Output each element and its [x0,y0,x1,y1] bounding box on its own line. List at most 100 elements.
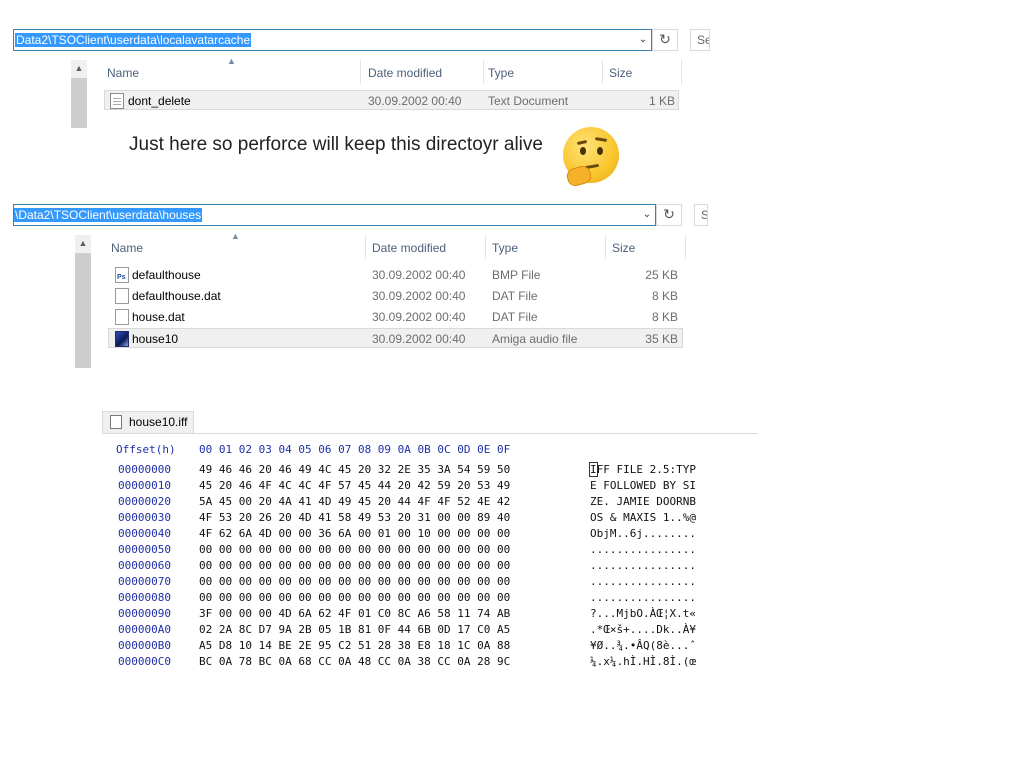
file-row[interactable]: house.dat 30.09.2002 00:40 DAT File 8 KB [108,307,683,327]
address-path: Data2\TSOClient\userdata\localavatarcach… [15,33,252,47]
file-row[interactable]: dont_delete 30.09.2002 00:40 Text Docume… [104,90,679,110]
scroll-thumb[interactable] [71,78,87,128]
row-bytes[interactable]: 00 00 00 00 00 00 00 00 00 00 00 00 00 0… [199,590,510,606]
row-offset: 00000010 [118,479,171,492]
file-size: 35 KB [645,332,678,346]
sort-ascending-icon: ▲ [227,56,236,66]
row-bytes[interactable]: 49 46 46 20 46 49 4C 45 20 32 2E 35 3A 5… [199,462,510,478]
row-ascii[interactable]: ................ [590,574,696,590]
blank-file-icon [115,309,129,325]
row-ascii[interactable]: ................ [590,542,696,558]
row-bytes[interactable]: 00 00 00 00 00 00 00 00 00 00 00 00 00 0… [199,574,510,590]
file-row[interactable]: Ps defaulthouse 30.09.2002 00:40 BMP Fil… [108,265,683,285]
scroll-up-icon[interactable]: ▲ [71,60,87,76]
row-bytes[interactable]: 00 00 00 00 00 00 00 00 00 00 00 00 00 0… [199,542,510,558]
tab-bar [102,411,758,434]
column-offsets-header: 00 01 02 03 04 05 06 07 08 09 0A 0B 0C 0… [199,443,511,456]
row-offset: 00000020 [118,495,171,508]
file-date: 30.09.2002 00:40 [372,310,466,324]
comment-text: Just here so perforce will keep this dir… [129,134,543,155]
row-ascii[interactable]: ................ [590,590,696,606]
row-ascii[interactable]: IFF FILE 2.5:TYP [589,462,696,478]
row-offset: 00000000 [118,463,171,476]
row-offset: 000000A0 [118,623,171,636]
amiga-audio-icon [115,331,129,347]
chevron-down-icon[interactable]: ⌄ [639,205,655,225]
file-type: Text Document [488,94,569,108]
file-row[interactable]: house10 30.09.2002 00:40 Amiga audio fil… [108,328,683,348]
vertical-scrollbar[interactable]: ▲ [71,60,87,128]
row-ascii[interactable]: ObjM..6j........ [590,526,696,542]
ascii-text: ................ [590,591,696,604]
row-ascii[interactable]: ¼.x¼.hÌ.HÌ.8Ì.(œ [590,654,696,670]
ascii-text: ................ [590,575,696,588]
scroll-up-icon[interactable]: ▲ [75,235,91,251]
address-bar[interactable]: Data2\TSOClient\userdata\localavatarcach… [13,29,652,51]
column-type[interactable]: Type [488,66,514,80]
column-name[interactable]: Name [107,66,139,80]
row-bytes[interactable]: A5 D8 10 14 BE 2E 95 C2 51 28 38 E8 18 1… [199,638,510,654]
file-type: Amiga audio file [492,332,578,346]
row-offset: 000000C0 [118,655,171,668]
column-header: ▲ Name Date modified Type Size [104,56,682,84]
file-type: BMP File [492,268,541,282]
refresh-icon[interactable]: ↻ [652,29,678,51]
photoshop-file-icon: Ps [115,267,129,283]
tab-house10-iff[interactable]: house10.iff [102,411,194,433]
file-row[interactable]: defaulthouse.dat 30.09.2002 00:40 DAT Fi… [108,286,683,306]
search-input[interactable]: Se [690,29,710,51]
ascii-text: ................ [590,543,696,556]
column-size[interactable]: Size [612,241,635,255]
search-input[interactable]: S [694,204,708,226]
column-type[interactable]: Type [492,241,518,255]
file-date: 30.09.2002 00:40 [372,332,466,346]
refresh-icon[interactable]: ↻ [656,204,682,226]
column-size[interactable]: Size [609,66,632,80]
file-date: 30.09.2002 00:40 [372,289,466,303]
file-date: 30.09.2002 00:40 [372,268,466,282]
row-ascii[interactable]: ZE. JAMIE DOORNB [590,494,696,510]
sort-ascending-icon: ▲ [231,231,240,241]
row-ascii[interactable]: ¥Ø..¾.•ÂQ(8è...ˆ [590,638,696,654]
ascii-text: OS & MAXIS 1..%@ [590,511,696,524]
row-ascii[interactable]: E FOLLOWED BY SI [590,478,696,494]
scroll-thumb[interactable] [75,253,91,368]
address-bar[interactable]: \Data2\TSOClient\userdata\houses ⌄ [13,204,656,226]
row-offset: 00000080 [118,591,171,604]
column-date-modified[interactable]: Date modified [368,66,442,80]
vertical-scrollbar[interactable]: ▲ [75,235,91,368]
ascii-text: ?...MjbO.ÀŒ¦X.t« [590,607,696,620]
row-bytes[interactable]: 5A 45 00 20 4A 41 4D 49 45 20 44 4F 4F 5… [199,494,510,510]
row-ascii[interactable]: .*Œ×š+....Dk..À¥ [590,622,696,638]
column-date-modified[interactable]: Date modified [372,241,446,255]
ascii-text: ObjM..6j........ [590,527,696,540]
row-bytes[interactable]: 4F 62 6A 4D 00 00 36 6A 00 01 00 10 00 0… [199,526,510,542]
file-type: DAT File [492,310,538,324]
file-size: 1 KB [648,94,675,108]
iff-file-icon [110,415,122,429]
caret-cell: I [589,462,598,477]
row-bytes[interactable]: 3F 00 00 00 4D 6A 62 4F 01 C0 8C A6 58 1… [199,606,510,622]
row-ascii[interactable]: ?...MjbO.ÀŒ¦X.t« [590,606,696,622]
chevron-down-icon[interactable]: ⌄ [635,30,651,50]
text-document-icon [110,93,124,109]
row-bytes[interactable]: 45 20 46 4F 4C 4C 4F 57 45 44 20 42 59 2… [199,478,510,494]
address-path: \Data2\TSOClient\userdata\houses [14,208,203,222]
column-name[interactable]: Name [111,241,143,255]
file-name: defaulthouse.dat [132,289,221,303]
row-ascii[interactable]: OS & MAXIS 1..%@ [590,510,696,526]
row-bytes[interactable]: 4F 53 20 26 20 4D 41 58 49 53 20 31 00 0… [199,510,510,526]
column-header: ▲ Name Date modified Type Size [108,231,686,259]
ascii-text: FF FILE 2.5:TYP [596,463,696,476]
row-bytes[interactable]: 00 00 00 00 00 00 00 00 00 00 00 00 00 0… [199,558,510,574]
row-offset: 00000030 [118,511,171,524]
blank-file-icon [115,288,129,304]
row-offset: 00000070 [118,575,171,588]
tab-label: house10.iff [129,415,188,429]
row-ascii[interactable]: ................ [590,558,696,574]
file-name: house.dat [132,310,185,324]
row-bytes[interactable]: BC 0A 78 BC 0A 68 CC 0A 48 CC 0A 38 CC 0… [199,654,510,670]
offset-header: Offset(h) [116,443,176,456]
row-bytes[interactable]: 02 2A 8C D7 9A 2B 05 1B 81 0F 44 6B 0D 1… [199,622,510,638]
ascii-text: .*Œ×š+....Dk..À¥ [590,623,696,636]
